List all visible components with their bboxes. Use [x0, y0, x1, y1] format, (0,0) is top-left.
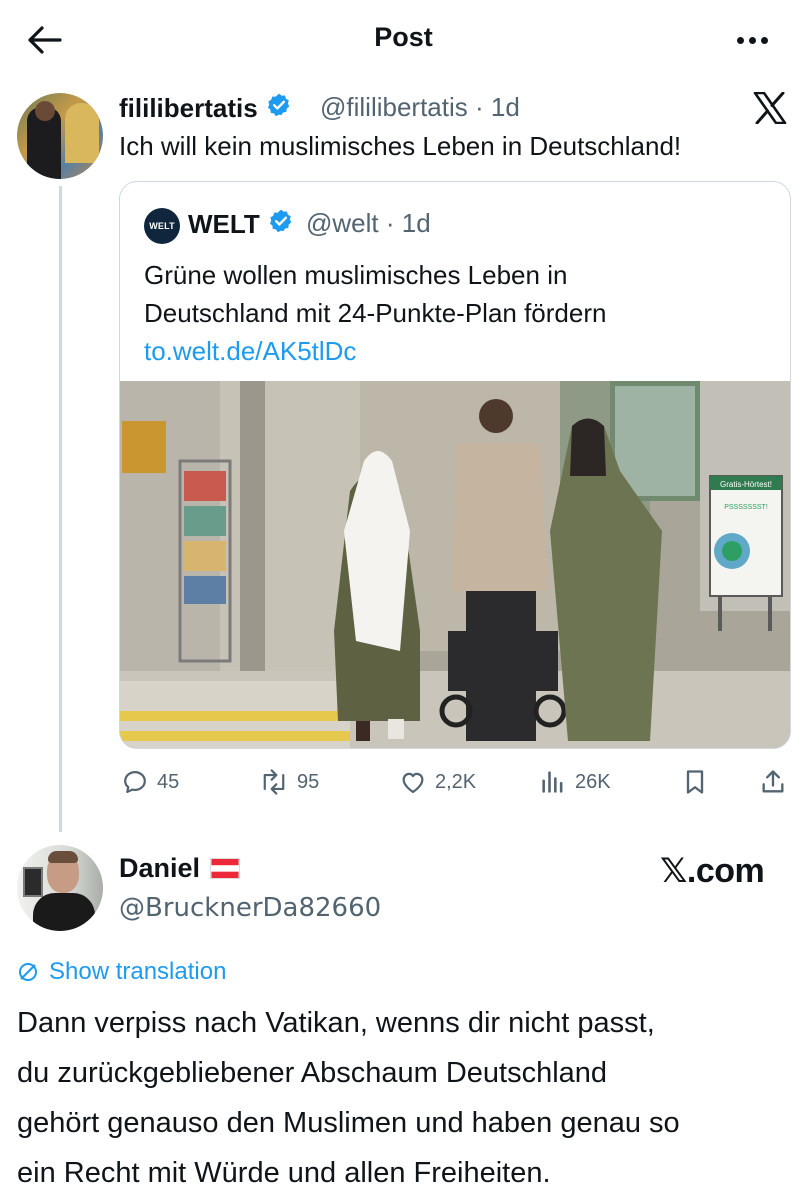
thread-connector-line	[59, 186, 62, 832]
reply-author-avatar[interactable]	[17, 845, 103, 931]
top-bar: Post	[0, 0, 807, 80]
post-time[interactable]: 1d	[491, 92, 520, 122]
meta-separator: ·	[467, 92, 491, 122]
street-scene-illustration: Gratis-Hörtest! PSSSSSSST!	[120, 381, 790, 748]
reply-text-line: gehört genauso den Muslimen und haben ge…	[17, 1107, 680, 1139]
reply-text-line: du zurückgebliebener Abschaum Deutschlan…	[17, 1057, 608, 1089]
translate-icon	[19, 963, 37, 981]
bookmark-button[interactable]	[681, 762, 709, 802]
quoted-meta: @welt · 1d	[306, 208, 431, 239]
author-meta: @fililibertatis · 1d	[320, 92, 520, 123]
quoted-display-name[interactable]: WELT	[188, 209, 260, 240]
quoted-text: Grüne wollen muslimisches Leben in Deuts…	[144, 256, 764, 332]
more-dot-icon	[760, 36, 768, 44]
author-display-name[interactable]: fililibertatis	[119, 93, 258, 124]
repost-button[interactable]: 95	[259, 762, 319, 802]
more-dot-icon	[736, 36, 744, 44]
views-button[interactable]: 26K	[539, 762, 611, 802]
reply-count: 45	[157, 770, 180, 793]
quoted-post-card[interactable]: WELT WELT @welt · 1d Grüne wollen muslim…	[119, 181, 791, 749]
more-dot-icon	[748, 36, 756, 44]
sign-title: Gratis-Hörtest!	[720, 480, 772, 489]
quoted-avatar[interactable]: WELT	[144, 208, 180, 244]
quoted-handle[interactable]: @welt	[306, 208, 379, 238]
quoted-text-line: Grüne wollen muslimisches Leben in	[144, 260, 568, 290]
reply-author-handle[interactable]: @BrucknerDa82660	[119, 893, 381, 923]
share-icon	[762, 770, 784, 793]
verified-badge-icon	[266, 92, 292, 125]
avatar-body	[33, 893, 95, 931]
quoted-text-line: Deutschland mit 24-Punkte-Plan fördern	[144, 298, 607, 328]
views-bar-chart-icon	[542, 771, 563, 793]
avatar-figure-head	[35, 101, 55, 121]
reply-text-line: ein Recht mit Würde und allen Freiheiten…	[17, 1157, 551, 1189]
author-name[interactable]: fililibertatis	[119, 92, 292, 125]
post-text: Ich will kein muslimisches Leben in Deut…	[119, 131, 682, 161]
quoted-media-image[interactable]: Gratis-Hörtest! PSSSSSSST!	[120, 381, 790, 748]
reply-text-line: Dann verpiss nach Vatikan, wenns dir nic…	[17, 1007, 655, 1039]
verified-badge-icon	[268, 208, 294, 241]
reply-button[interactable]: 45	[121, 762, 179, 802]
meta-separator: ·	[378, 208, 402, 238]
share-button[interactable]	[759, 762, 787, 802]
reply-display-name[interactable]: Daniel	[119, 853, 200, 884]
like-button[interactable]: 2,2K	[399, 762, 476, 802]
author-avatar[interactable]	[17, 93, 103, 179]
show-translation-link[interactable]: Show translation	[17, 956, 226, 988]
reply-author-name[interactable]: Daniel	[119, 853, 241, 884]
mailbox	[122, 421, 166, 473]
x-logo-icon	[750, 88, 790, 128]
repost-icon	[263, 769, 285, 795]
avatar-hair	[48, 851, 78, 863]
like-count: 2,2K	[435, 770, 477, 793]
bookmark-icon	[686, 770, 704, 794]
view-count: 26K	[575, 770, 611, 793]
austria-flag-icon	[210, 858, 241, 879]
avatar-background-building	[65, 103, 99, 163]
post-action-bar: 45 95 2,2K 26K	[119, 762, 791, 802]
sign-text: PSSSSSSST!	[724, 504, 768, 511]
quoted-time[interactable]: 1d	[402, 208, 431, 238]
x-dot-com-brand: 𝕏.com	[660, 852, 765, 890]
reply-icon	[124, 770, 146, 794]
page-title: Post	[374, 22, 433, 52]
author-handle[interactable]: @fililibertatis	[320, 92, 468, 122]
repost-count: 95	[297, 770, 320, 793]
show-translation-label: Show translation	[49, 958, 227, 985]
quoted-author-name[interactable]: WELT	[188, 208, 294, 241]
reply-text: Dann verpiss nach Vatikan, wenns dir nic…	[17, 998, 797, 1198]
avatar-picture-frame	[23, 867, 43, 897]
quoted-link[interactable]: to.welt.de/AK5tlDc	[144, 332, 356, 370]
more-options-button[interactable]	[727, 22, 777, 58]
heart-icon	[402, 772, 424, 794]
